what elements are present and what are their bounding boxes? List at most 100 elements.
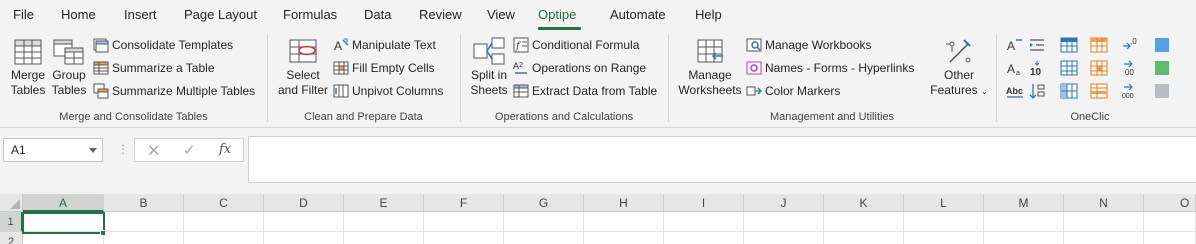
column-header-d[interactable]: D — [264, 194, 344, 212]
tab-file[interactable]: File — [13, 7, 34, 22]
resize-handle-icon[interactable]: ⋮ — [117, 142, 129, 156]
row-header-1[interactable]: 1 — [0, 212, 23, 232]
active-cell[interactable] — [22, 212, 105, 234]
row-header-2[interactable]: 2 — [0, 232, 23, 244]
abc-icon[interactable]: Abc — [1006, 82, 1024, 100]
column-header-b[interactable]: B — [104, 194, 184, 212]
table-orange-rows-icon[interactable] — [1090, 82, 1108, 100]
name-box[interactable]: A1 — [3, 138, 103, 162]
grid-cell[interactable] — [344, 212, 424, 232]
table-orange-grid-icon[interactable] — [1090, 59, 1108, 77]
table-orange-icon[interactable] — [1090, 36, 1108, 54]
tab-help[interactable]: Help — [695, 7, 722, 22]
blue-swatch-button[interactable] — [1155, 38, 1169, 52]
grid-cell[interactable] — [584, 212, 664, 232]
grid-cell[interactable] — [264, 232, 344, 244]
grid-cell[interactable] — [504, 212, 584, 232]
tab-view[interactable]: View — [487, 7, 515, 22]
grid-cell[interactable] — [504, 232, 584, 244]
grid-cell[interactable] — [584, 232, 664, 244]
names-forms-button[interactable]: Names - Forms - Hyperlinks — [746, 58, 914, 78]
extract-data-button[interactable]: Extract Data from Table — [513, 81, 657, 101]
grid-cell[interactable] — [184, 232, 264, 244]
grid-cell[interactable] — [984, 212, 1064, 232]
tab-automate[interactable]: Automate — [610, 7, 666, 22]
column-header-l[interactable]: L — [904, 194, 984, 212]
grid-cell[interactable] — [904, 232, 984, 244]
column-header-c[interactable]: C — [184, 194, 264, 212]
indent-icon[interactable] — [1028, 36, 1046, 54]
grid-cell[interactable] — [1144, 232, 1196, 244]
manage-worksheets-button[interactable]: Manage Worksheets — [678, 34, 742, 98]
column-header-h[interactable]: H — [584, 194, 664, 212]
color-markers-button[interactable]: Color Markers — [746, 81, 840, 101]
tab-formulas[interactable]: Formulas — [283, 7, 337, 22]
grid-cell[interactable] — [744, 232, 824, 244]
unpivot-columns-button[interactable]: Unpivot Columns — [333, 81, 443, 101]
grid-cell[interactable] — [904, 212, 984, 232]
column-header-k[interactable]: K — [824, 194, 904, 212]
tab-data[interactable]: Data — [364, 7, 391, 22]
decimal-icon[interactable]: ,0 — [1122, 36, 1140, 54]
conditional-formula-button[interactable]: f Conditional Formula — [513, 35, 639, 55]
merge-tables-button[interactable]: Merge Tables — [8, 34, 48, 98]
grid-cell[interactable] — [664, 212, 744, 232]
grid-cell[interactable] — [664, 232, 744, 244]
font-size-icon[interactable]: A a — [1006, 59, 1024, 77]
other-features-button[interactable]: Other Features ⌄ — [928, 34, 990, 99]
grid-cell[interactable] — [184, 212, 264, 232]
grid-cell[interactable] — [264, 212, 344, 232]
manipulate-text-button[interactable]: A Manipulate Text — [333, 35, 436, 55]
chevron-down-icon[interactable] — [89, 148, 97, 153]
tab-review[interactable]: Review — [419, 7, 462, 22]
tab-insert[interactable]: Insert — [124, 7, 157, 22]
split-sheets-button[interactable]: Split in Sheets — [469, 34, 509, 98]
column-header-a[interactable]: A — [23, 194, 104, 212]
sort-icon[interactable] — [1028, 82, 1046, 100]
gray-swatch-button[interactable] — [1155, 84, 1169, 98]
formula-input[interactable] — [248, 136, 1196, 183]
table-blue-icon[interactable] — [1060, 36, 1078, 54]
table-columns-icon[interactable] — [1060, 82, 1078, 100]
column-header-e[interactable]: E — [344, 194, 424, 212]
grid-cell[interactable] — [104, 212, 184, 232]
grid-cell[interactable] — [984, 232, 1064, 244]
manage-workbooks-button[interactable]: Manage Workbooks — [746, 35, 872, 55]
select-all-button[interactable] — [0, 194, 23, 212]
grid-cell[interactable] — [424, 212, 504, 232]
operations-range-button[interactable]: A 2 Operations on Range — [513, 58, 646, 78]
table-grid-icon[interactable] — [1060, 59, 1078, 77]
tab-home[interactable]: Home — [61, 7, 96, 22]
column-header-g[interactable]: G — [504, 194, 584, 212]
select-filter-button[interactable]: Select and Filter — [277, 34, 329, 98]
zeros-icon[interactable]: 00 — [1122, 59, 1140, 77]
grid-cell[interactable] — [744, 212, 824, 232]
grid-cell[interactable] — [424, 232, 504, 244]
grid-cell[interactable] — [1144, 212, 1196, 232]
tab-page-layout[interactable]: Page Layout — [184, 7, 257, 22]
check-icon[interactable]: ✓ — [183, 141, 196, 159]
grid-cell[interactable] — [824, 232, 904, 244]
text-format-icon[interactable]: A — [1006, 36, 1024, 54]
cancel-icon[interactable]: ✕ — [147, 141, 160, 161]
fill-handle[interactable] — [100, 230, 106, 236]
summarize-multiple-button[interactable]: Summarize Multiple Tables — [93, 81, 255, 101]
grid-cell[interactable] — [1064, 232, 1144, 244]
grid-cell[interactable] — [344, 232, 424, 244]
triple-zero-icon[interactable]: 000 — [1122, 82, 1140, 100]
grid-cell[interactable] — [1064, 212, 1144, 232]
number-ten-icon[interactable]: 10 — [1028, 59, 1046, 77]
column-header-j[interactable]: J — [744, 194, 824, 212]
tab-optipe[interactable]: Optipe — [538, 7, 576, 22]
green-swatch-button[interactable] — [1155, 61, 1169, 75]
column-header-i[interactable]: I — [664, 194, 744, 212]
column-header-m[interactable]: M — [984, 194, 1064, 212]
column-header-o[interactable]: O — [1144, 194, 1196, 212]
grid-cell[interactable] — [824, 212, 904, 232]
summarize-table-button[interactable]: Summarize a Table — [93, 58, 215, 78]
consolidate-templates-button[interactable]: Consolidate Templates — [93, 35, 233, 55]
fill-empty-cells-button[interactable]: Fill Empty Cells — [333, 58, 435, 78]
group-tables-button[interactable]: Group Tables — [51, 34, 87, 98]
insert-function-icon[interactable]: fx — [219, 142, 231, 157]
column-header-n[interactable]: N — [1064, 194, 1144, 212]
